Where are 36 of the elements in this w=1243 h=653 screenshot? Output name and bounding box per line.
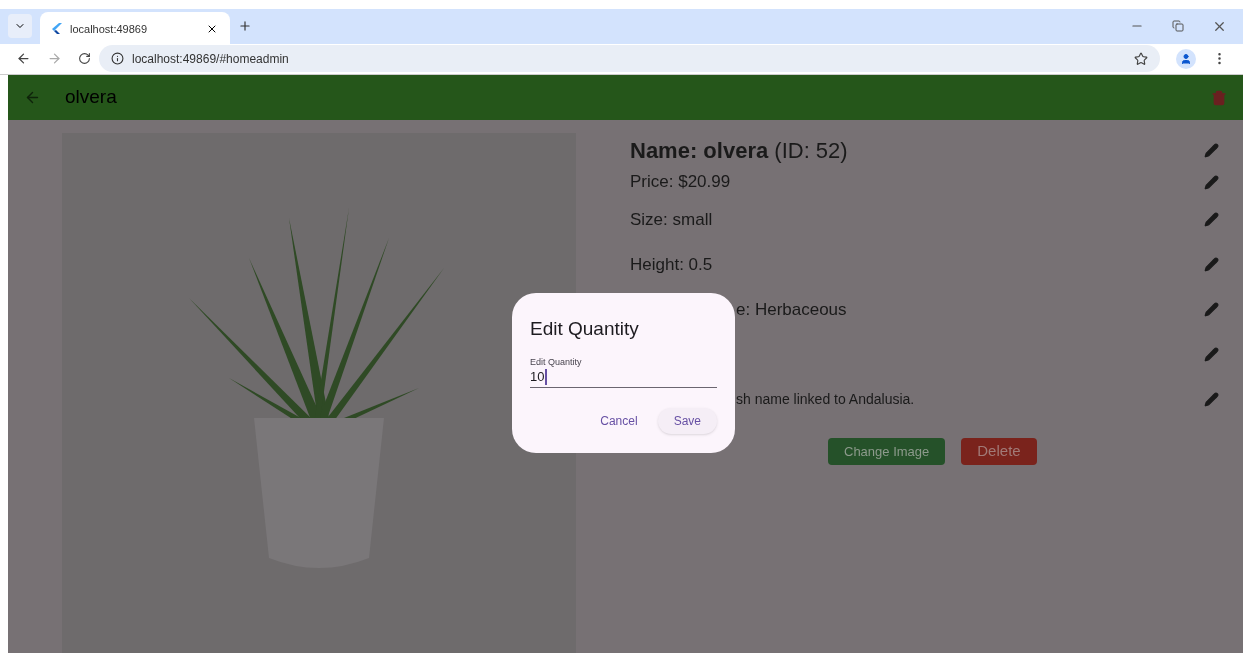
browser-tab[interactable]: localhost:49869	[40, 11, 230, 47]
save-button[interactable]: Save	[657, 408, 717, 434]
new-tab-icon[interactable]	[238, 19, 252, 34]
quantity-input-field[interactable]: Edit Quantity 10	[530, 355, 717, 388]
edit-pencil-icon[interactable]	[1204, 257, 1219, 272]
star-icon[interactable]	[1134, 51, 1148, 66]
detail-text: Size: small	[630, 208, 713, 231]
address-bar[interactable]: localhost:49869/#homeadmin	[99, 45, 1160, 73]
edit-pencil-icon[interactable]	[1204, 302, 1219, 317]
cancel-button[interactable]: Cancel	[592, 408, 646, 434]
url-text: localhost:49869/#homeadmin	[132, 50, 290, 68]
detail-text: Price: $20.99	[630, 171, 731, 194]
profile-avatar[interactable]	[1176, 48, 1196, 69]
flutter-logo-icon	[52, 23, 62, 36]
description-text: sh name linked to Andalusia.	[736, 390, 915, 409]
edit-pencil-icon[interactable]	[1204, 212, 1219, 227]
field-value: 10	[530, 369, 548, 385]
person-icon	[1180, 52, 1192, 65]
tab-title: localhost:49869	[70, 22, 149, 38]
back-icon[interactable]	[16, 51, 31, 67]
back-arrow-icon[interactable]	[24, 89, 41, 106]
edit-pencil-icon[interactable]	[1204, 392, 1219, 407]
tab-list-button[interactable]	[8, 14, 32, 39]
edit-pencil-icon[interactable]	[1204, 174, 1219, 190]
field-label: Edit Quantity	[530, 355, 583, 369]
edit-pencil-icon[interactable]	[1204, 142, 1219, 158]
edit-pencil-icon[interactable]	[1204, 347, 1219, 362]
info-icon	[111, 52, 124, 66]
forward-icon[interactable]	[47, 51, 62, 67]
reload-icon[interactable]	[78, 52, 91, 66]
dialog-title: Edit Quantity	[530, 317, 640, 341]
app-bar-title: olvera	[65, 85, 118, 110]
detail-text: e: Herbaceous	[736, 298, 847, 321]
plant-name-heading: Name: olvera (ID: 52)	[630, 136, 848, 165]
detail-text: Height: 0.5	[630, 253, 713, 276]
restore-icon[interactable]	[1172, 20, 1184, 33]
